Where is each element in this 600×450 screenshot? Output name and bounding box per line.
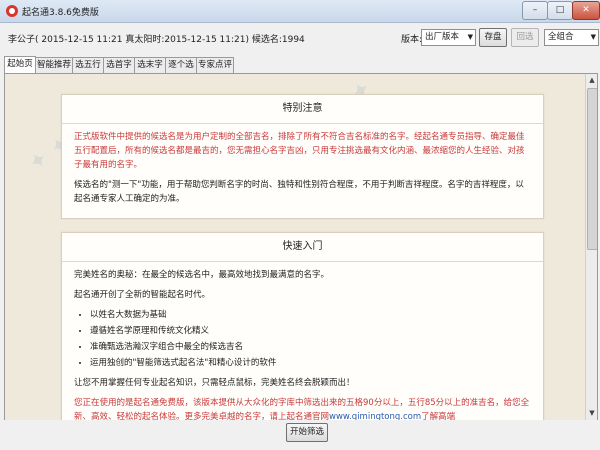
- maximize-button[interactable]: □: [547, 1, 573, 20]
- notice-title: 特别注意: [62, 95, 543, 124]
- quickstart-paragraph-2: 起名通开创了全新的智能起名时代。: [74, 290, 211, 300]
- quickstart-paragraph-4: 您正在使用的是起名通免费版，该版本提供从大众化的字库中筛选出来的五格90分以上，…: [74, 396, 531, 421]
- scroll-up-icon[interactable]: ▲: [586, 74, 597, 86]
- tab-five-elements[interactable]: 选五行: [72, 57, 104, 73]
- scroll-thumb[interactable]: [587, 88, 597, 250]
- bottom-bar: 开始筛选: [0, 420, 600, 450]
- list-item: 准确甄选浩瀚汉字组合中最全的候选吉名: [90, 340, 531, 354]
- quickstart-paragraph-1: 完美姓名的奥秘：在最全的候选名中，最高效地找到最满意的名字。: [74, 270, 330, 280]
- version-label: 版本:: [401, 35, 423, 45]
- list-item: 遵循姓名学原理和传统文化精义: [90, 324, 531, 338]
- app-logo-icon: [6, 5, 18, 17]
- free-version-text: 您正在使用的是起名通免费版，该版本提供从大众化的字库中筛选出来的五格90分以上，…: [74, 398, 530, 421]
- notice-card: 特别注意 正式版软件中提供的候选名是为用户定制的全部吉名，排除了所有不符合吉名标…: [61, 94, 544, 219]
- quickstart-card: 快速入门 完美姓名的奥秘：在最全的候选名中，最高效地找到最满意的名字。 起名通开…: [61, 232, 544, 421]
- tab-start-page[interactable]: 起始页: [4, 56, 36, 73]
- combination-select[interactable]: 全组合 ▼: [544, 29, 599, 46]
- list-item: 运用独创的"智能筛选式起名法"和精心设计的软件: [90, 356, 531, 370]
- chevron-down-icon: ▼: [467, 33, 473, 41]
- start-page-content: ✦ ✦ ✦ ✦ ✦ ✦ ✦ ✦ ✦ 特别注意 正式版软件中提供的候选名是为用户定…: [4, 73, 598, 421]
- start-filter-button[interactable]: 开始筛选: [286, 423, 328, 442]
- vertical-scrollbar[interactable]: ▲ ▼: [585, 74, 597, 420]
- version-select[interactable]: 出厂版本 ▼: [421, 29, 476, 46]
- title-bar: 起名通3.8.6免费版 – □ ✕: [0, 0, 600, 23]
- feature-list: 以姓名大数据为基础 遵循姓名学原理和传统文化精义 准确甄选浩瀚汉字组合中最全的候…: [90, 308, 531, 370]
- info-bar: 李公子( 2015-12-15 11:21 真太阳时:2015-12-15 11…: [0, 23, 600, 52]
- back-select-button[interactable]: 回选: [511, 28, 539, 47]
- save-button[interactable]: 存盘: [479, 28, 507, 47]
- quickstart-paragraph-3: 让您不用掌握任何专业起名知识，只需轻点鼠标，完美姓名终会脱颖而出！: [74, 378, 355, 388]
- birth-info-text: 李公子( 2015-12-15 11:21 真太阳时:2015-12-15 11…: [8, 35, 305, 45]
- tab-last-char[interactable]: 选末字: [134, 57, 166, 73]
- close-button[interactable]: ✕: [572, 1, 600, 20]
- scroll-down-icon[interactable]: ▼: [586, 407, 597, 419]
- quickstart-title: 快速入门: [62, 233, 543, 262]
- notice-paragraph-1: 正式版软件中提供的候选名是为用户定制的全部吉名，排除了所有不符合吉名标准的名字。…: [74, 132, 525, 170]
- tab-smart-recommend[interactable]: 智能推荐: [35, 57, 73, 73]
- tab-one-by-one[interactable]: 逐个选: [165, 57, 197, 73]
- chevron-down-icon: ▼: [590, 33, 596, 41]
- minimize-button[interactable]: –: [522, 1, 548, 20]
- version-select-value: 出厂版本: [425, 32, 460, 42]
- window-title: 起名通3.8.6免费版: [22, 8, 99, 18]
- tab-first-char[interactable]: 选首字: [103, 57, 135, 73]
- notice-paragraph-2: 候选名的"测一下"功能，用于帮助您判断名字的时尚、独特和性别符合程度，不用于判断…: [74, 180, 524, 204]
- list-item: 以姓名大数据为基础: [90, 308, 531, 322]
- tab-expert-review[interactable]: 专家点评: [196, 57, 234, 73]
- combination-select-value: 全组合: [548, 32, 574, 42]
